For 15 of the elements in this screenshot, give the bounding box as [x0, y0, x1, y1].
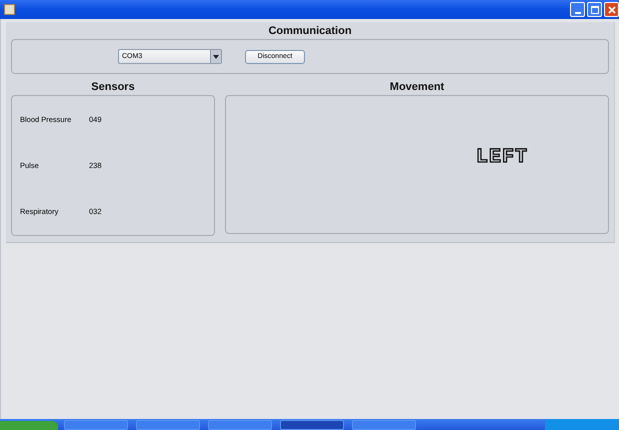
taskbar-button[interactable] — [136, 420, 200, 430]
restore-button[interactable] — [587, 2, 602, 17]
taskbar-button[interactable] — [208, 420, 272, 430]
start-button[interactable] — [0, 421, 58, 430]
direction-readout: LEFT — [476, 146, 528, 169]
section-title: Communication — [267, 24, 353, 39]
taskbar-button[interactable] — [280, 420, 344, 430]
minimize-button[interactable] — [570, 2, 585, 17]
taskbar-button[interactable] — [352, 420, 416, 430]
caret-icon — [213, 54, 219, 58]
taskbar-button[interactable] — [64, 420, 128, 430]
close-button[interactable] — [604, 2, 619, 17]
close-icon — [608, 6, 616, 14]
section-title: Movement — [388, 80, 446, 95]
section-title: Sensors — [90, 80, 136, 95]
